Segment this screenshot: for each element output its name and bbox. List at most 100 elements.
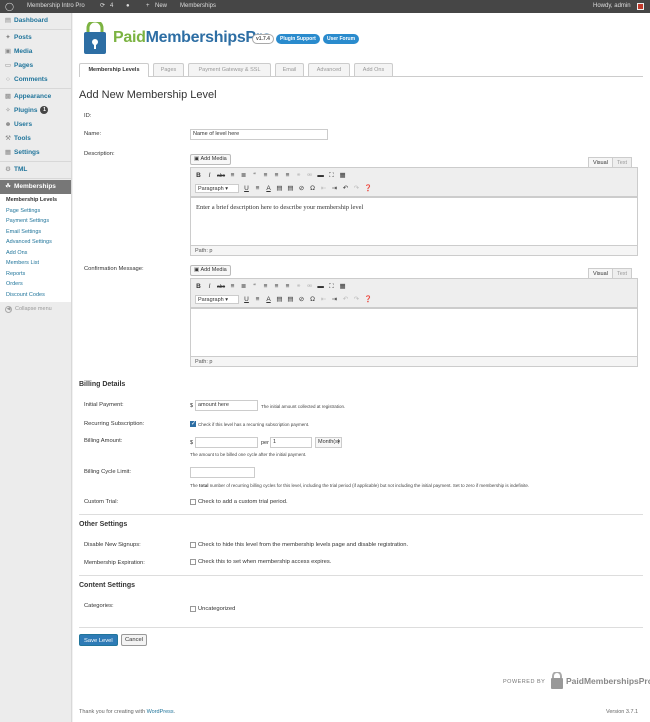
unlink-icon[interactable]: ⚮ bbox=[306, 282, 313, 292]
underline-icon[interactable]: U bbox=[243, 295, 250, 305]
user-forum-button[interactable]: User Forum bbox=[323, 34, 360, 44]
paste-text-icon[interactable]: ▤ bbox=[276, 184, 283, 194]
tab-advanced[interactable]: Advanced bbox=[308, 63, 350, 76]
blockquote-icon[interactable]: “ bbox=[251, 282, 258, 292]
blockquote-icon[interactable]: “ bbox=[251, 171, 258, 181]
plugin-support-button[interactable]: Plugin Support bbox=[276, 34, 320, 44]
special-char-icon[interactable]: Ω bbox=[309, 184, 316, 194]
align-right-icon[interactable]: ≡ bbox=[284, 282, 291, 292]
bold-icon[interactable]: B bbox=[195, 171, 202, 181]
link-icon[interactable]: ⚭ bbox=[295, 282, 302, 292]
avatar[interactable] bbox=[637, 3, 644, 10]
numbered-list-icon[interactable]: ≣ bbox=[240, 282, 247, 292]
justify-icon[interactable]: ≡ bbox=[254, 184, 261, 194]
link-icon[interactable]: ⚭ bbox=[295, 171, 302, 181]
outdent-icon[interactable]: ⇤ bbox=[320, 184, 327, 194]
site-name-link[interactable]: Membership Intro Pro bbox=[27, 0, 85, 13]
sidebar-item-plugins[interactable]: ✧ Plugins 1 bbox=[0, 104, 71, 118]
strikethrough-icon[interactable]: abc bbox=[217, 282, 225, 292]
more-tag-icon[interactable]: ▬ bbox=[317, 171, 324, 181]
sidebar-item-memberships[interactable]: ☘ Memberships bbox=[0, 180, 71, 194]
cancel-button[interactable]: Cancel bbox=[121, 634, 148, 646]
text-color-icon[interactable]: A bbox=[265, 295, 272, 305]
level-name-input[interactable]: Name of level here bbox=[190, 129, 328, 140]
sidebar-item-posts[interactable]: ✦ Posts bbox=[0, 31, 71, 45]
tab-email[interactable]: Email bbox=[275, 63, 304, 76]
undo-icon[interactable]: ↶ bbox=[342, 184, 349, 194]
align-center-icon[interactable]: ≡ bbox=[273, 282, 280, 292]
paste-word-icon[interactable]: ▤ bbox=[287, 184, 294, 194]
outdent-icon[interactable]: ⇤ bbox=[320, 295, 327, 305]
expiration-checkbox[interactable] bbox=[190, 559, 196, 565]
memberships-link[interactable]: Memberships bbox=[180, 0, 216, 13]
text-color-icon[interactable]: A bbox=[265, 184, 272, 194]
special-char-icon[interactable]: Ω bbox=[309, 295, 316, 305]
align-right-icon[interactable]: ≡ bbox=[284, 171, 291, 181]
justify-icon[interactable]: ≡ bbox=[254, 295, 261, 305]
sidebar-item-comments[interactable]: ○ Comments bbox=[0, 73, 71, 87]
align-left-icon[interactable]: ≡ bbox=[262, 171, 269, 181]
sidebar-item-dashboard[interactable]: ▤ Dashboard bbox=[0, 14, 71, 28]
wordpress-logo-icon[interactable]: ◯ bbox=[5, 0, 14, 13]
format-select[interactable]: Paragraph ▾ bbox=[195, 295, 239, 304]
help-icon[interactable]: ❓ bbox=[364, 295, 372, 305]
bullet-list-icon[interactable]: ≡ bbox=[229, 171, 236, 181]
sidebar-item-settings[interactable]: ▦ Settings bbox=[0, 146, 71, 160]
updates-count[interactable]: 4 bbox=[110, 0, 113, 13]
submenu-advanced-settings[interactable]: Advanced Settings bbox=[0, 237, 71, 248]
sidebar-item-tools[interactable]: ⚒ Tools bbox=[0, 132, 71, 146]
paste-text-icon[interactable]: ▤ bbox=[276, 295, 283, 305]
indent-icon[interactable]: ⇥ bbox=[331, 295, 338, 305]
description-editor[interactable]: Enter a brief description here to descri… bbox=[190, 197, 638, 246]
help-icon[interactable]: ❓ bbox=[364, 184, 372, 194]
submenu-members-list[interactable]: Members List bbox=[0, 258, 71, 269]
undo-icon[interactable]: ↶ bbox=[342, 295, 349, 305]
sidebar-item-users[interactable]: ☻ Users bbox=[0, 118, 71, 132]
cycle-number-input[interactable]: 1 bbox=[270, 437, 312, 448]
strikethrough-icon[interactable]: abc bbox=[217, 171, 225, 181]
clear-format-icon[interactable]: ⊘ bbox=[298, 295, 305, 305]
unlink-icon[interactable]: ⚮ bbox=[306, 171, 313, 181]
new-content-link[interactable]: New bbox=[155, 0, 167, 13]
tab-payment-gateway[interactable]: Payment Gateway & SSL bbox=[188, 63, 271, 76]
add-media-button[interactable]: ▣ Add Media bbox=[190, 265, 231, 276]
submenu-add-ons[interactable]: Add Ons bbox=[0, 248, 71, 259]
bold-icon[interactable]: B bbox=[195, 282, 202, 292]
sidebar-item-appearance[interactable]: ▩ Appearance bbox=[0, 90, 71, 104]
submenu-payment-settings[interactable]: Payment Settings bbox=[0, 216, 71, 227]
align-left-icon[interactable]: ≡ bbox=[262, 282, 269, 292]
sidebar-item-tml[interactable]: ⚙ TML bbox=[0, 163, 71, 177]
paste-word-icon[interactable]: ▤ bbox=[287, 295, 294, 305]
clear-format-icon[interactable]: ⊘ bbox=[298, 184, 305, 194]
align-center-icon[interactable]: ≡ bbox=[273, 171, 280, 181]
sidebar-item-media[interactable]: ▣ Media bbox=[0, 45, 71, 59]
submenu-discount-codes[interactable]: Discount Codes bbox=[0, 290, 71, 301]
submenu-page-settings[interactable]: Page Settings bbox=[0, 206, 71, 217]
howdy-user-link[interactable]: Howdy, admin bbox=[593, 0, 631, 13]
underline-icon[interactable]: U bbox=[243, 184, 250, 194]
redo-icon[interactable]: ↷ bbox=[353, 295, 360, 305]
tab-add-ons[interactable]: Add Ons bbox=[354, 63, 393, 76]
category-checkbox[interactable] bbox=[190, 606, 196, 612]
cycle-period-select[interactable]: Month(s) ▾ bbox=[315, 437, 342, 448]
indent-icon[interactable]: ⇥ bbox=[331, 184, 338, 194]
comments-icon[interactable]: ● bbox=[126, 0, 130, 13]
submenu-reports[interactable]: Reports bbox=[0, 269, 71, 280]
billing-amount-input[interactable] bbox=[195, 437, 258, 448]
confirmation-editor[interactable] bbox=[190, 308, 638, 357]
submenu-membership-levels[interactable]: Membership Levels bbox=[0, 195, 71, 206]
submenu-orders[interactable]: Orders bbox=[0, 279, 71, 290]
wordpress-link[interactable]: WordPress bbox=[147, 709, 174, 715]
updates-icon[interactable]: ⟳ bbox=[100, 0, 105, 13]
fullscreen-icon[interactable]: ⛶ bbox=[328, 282, 335, 292]
custom-trial-checkbox[interactable] bbox=[190, 499, 196, 505]
add-media-button[interactable]: ▣ Add Media bbox=[190, 154, 231, 165]
save-level-button[interactable]: Save Level bbox=[79, 634, 118, 646]
format-select[interactable]: Paragraph ▾ bbox=[195, 184, 239, 193]
recurring-checkbox[interactable]: ✓ bbox=[190, 421, 196, 427]
bullet-list-icon[interactable]: ≡ bbox=[229, 282, 236, 292]
initial-payment-input[interactable]: amount here bbox=[195, 400, 258, 411]
fullscreen-icon[interactable]: ⛶ bbox=[328, 171, 335, 181]
tab-membership-levels[interactable]: Membership Levels bbox=[79, 63, 149, 77]
sidebar-item-pages[interactable]: ▭ Pages bbox=[0, 59, 71, 73]
